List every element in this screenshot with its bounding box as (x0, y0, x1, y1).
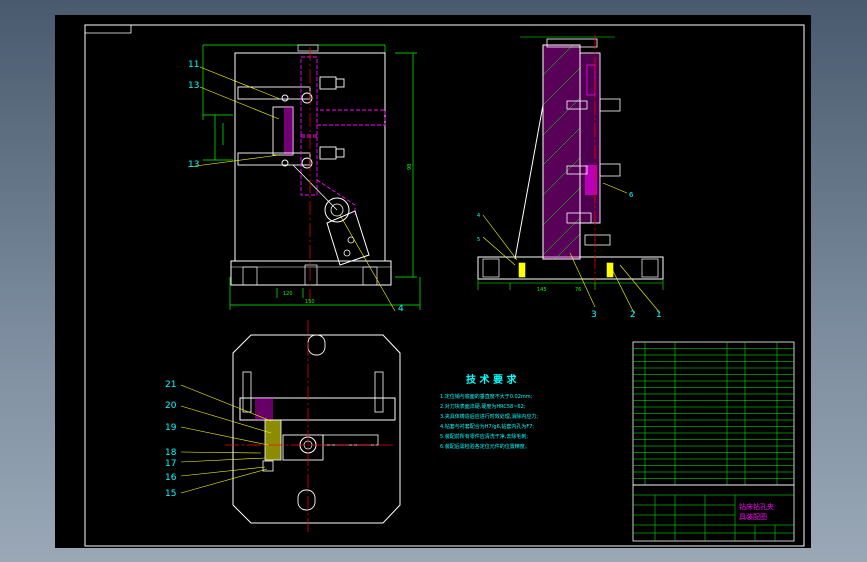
technical-notes: 技 术 要 求 1.定位销与底面的垂直度不大于0.02mm; 2.对刀块表面淬硬… (440, 373, 538, 450)
front-view: 11 13 13 98 150 120 4 (187, 44, 421, 314)
drawing-name-line2: 具装配图 (739, 512, 767, 521)
note-4: 4.钻套与衬套配合为H7/g6,钻套内孔为F7; (440, 423, 534, 430)
top-balloon-16: 16 (165, 473, 177, 483)
front-balloon-13b: 13 (188, 160, 199, 170)
corner-box (85, 25, 132, 34)
side-balloon-1: 1 (656, 310, 662, 320)
notes-title: 技 术 要 求 (466, 373, 517, 386)
drawing-name-line1: 钻床钻孔夹 (739, 502, 774, 511)
front-dim-base: 120 (283, 291, 293, 297)
side-dim-1: 145 (537, 287, 547, 293)
side-balloon-4: 4 (477, 213, 480, 219)
top-balloon-18: 18 (165, 448, 177, 458)
sheet-border (84, 24, 805, 547)
side-view: 145 76 4 5 6 3 2 1 (477, 35, 664, 320)
side-balloon-5: 5 (477, 237, 480, 243)
top-balloon-15: 15 (165, 489, 176, 499)
top-balloon-17: 17 (165, 459, 176, 469)
parts-list (632, 341, 795, 486)
note-3: 3.夹具体铸造后应进行时效处理,消除内应力; (440, 413, 538, 420)
note-6: 6.装配后需检验各定位元件的位置精度。 (440, 443, 530, 450)
note-5: 5.装配前所有零件应清洗干净,去除毛刺; (440, 433, 528, 440)
side-dim-2: 76 (575, 287, 581, 293)
side-balloon-6: 6 (629, 191, 634, 199)
front-balloon-4: 4 (398, 304, 404, 314)
front-dim-width: 150 (305, 299, 315, 305)
top-balloon-19: 19 (165, 423, 177, 433)
front-balloon-13a: 13 (188, 81, 199, 91)
note-1: 1.定位销与底面的垂直度不大于0.02mm; (440, 393, 533, 400)
top-balloon-20: 20 (165, 401, 177, 411)
top-balloon-21: 21 (165, 380, 176, 390)
side-balloon-3: 3 (591, 310, 597, 320)
front-dim-height: 98 (407, 164, 413, 170)
title-block: 钻床钻孔夹 具装配图 (632, 484, 795, 542)
top-view: 21 20 19 18 17 16 15 (165, 320, 401, 535)
note-2: 2.对刀块表面淬硬,硬度为HRC58~62; (440, 403, 526, 410)
cad-viewport[interactable]: 11 13 13 98 150 120 4 145 76 4 5 6 3 2 1… (55, 15, 811, 548)
side-balloon-2: 2 (630, 310, 636, 320)
assembly-drawing: 11 13 13 98 150 120 4 145 76 4 5 6 3 2 1… (84, 24, 805, 547)
front-balloon-11: 11 (188, 60, 199, 70)
